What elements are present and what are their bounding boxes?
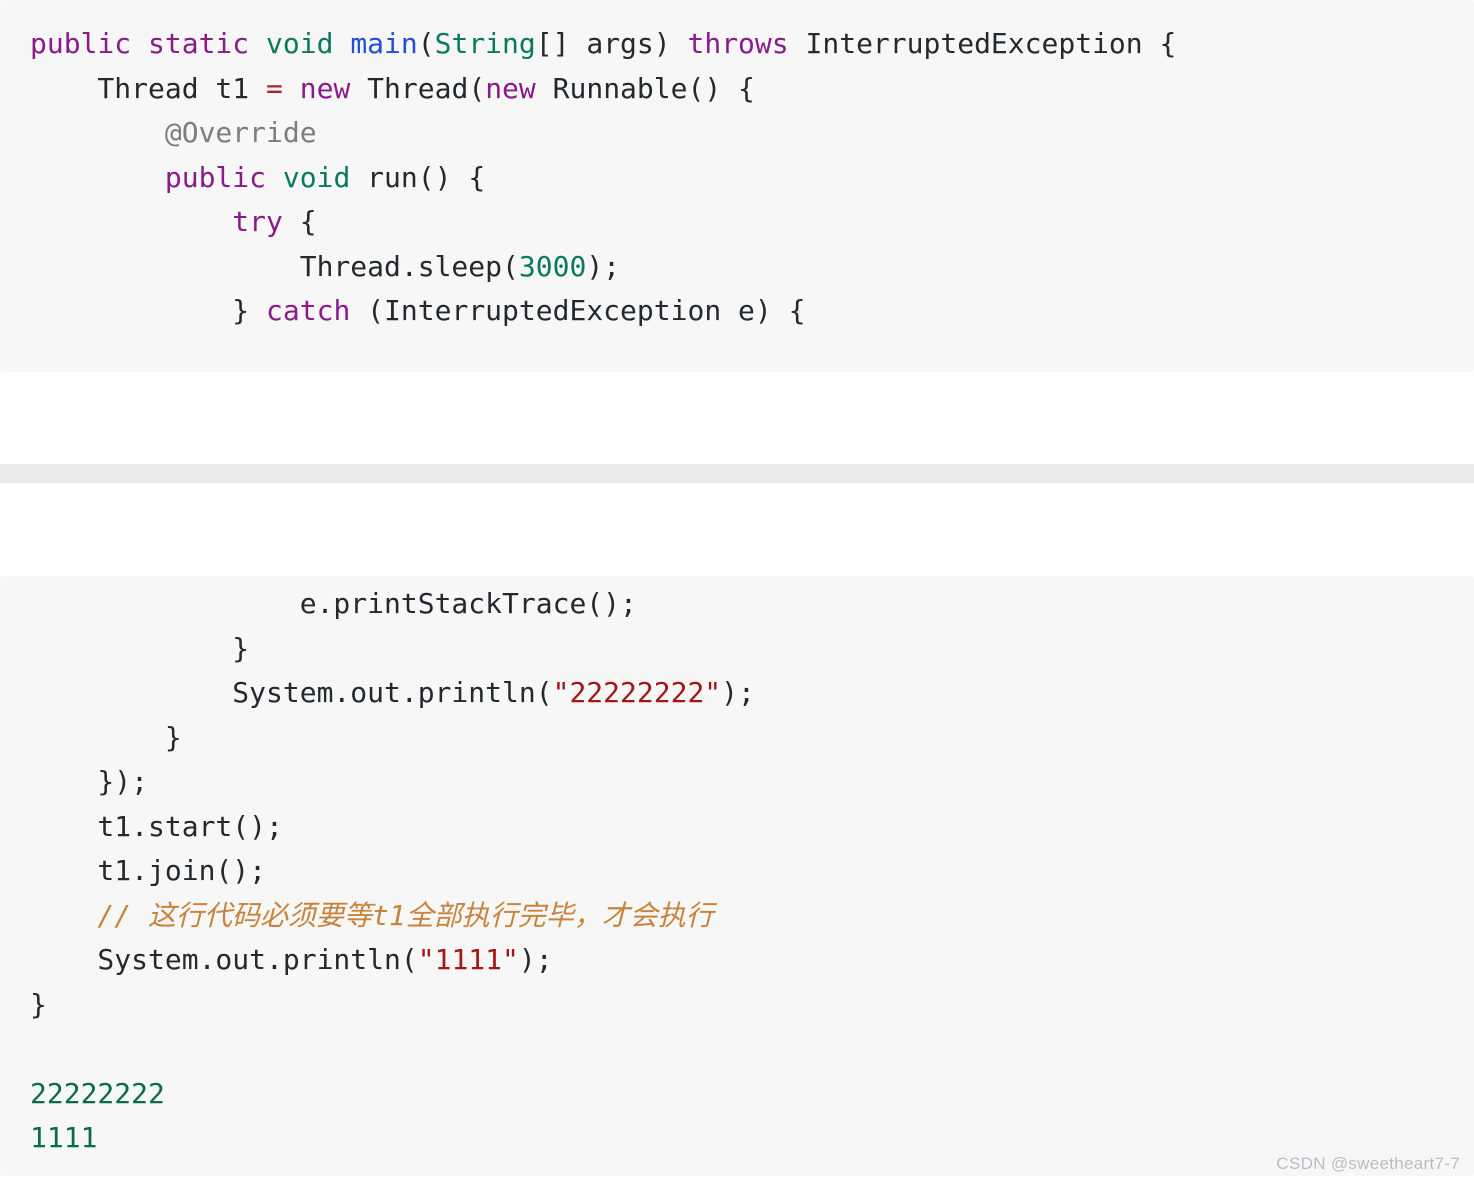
code-token: (: [417, 27, 435, 60]
code-lines-lower[interactable]: e.printStackTrace(); } System.out.printl…: [0, 576, 1474, 1161]
code-line: t1.join();: [30, 849, 1474, 894]
watermark-label: CSDN @sweetheart7-7: [1276, 1154, 1460, 1173]
code-token: });: [30, 765, 149, 798]
code-block-upper: public static void main(String[] args) t…: [0, 0, 1474, 372]
code-token: e.printStackTrace();: [30, 587, 637, 620]
code-line: }: [30, 716, 1474, 761]
code-token: Thread(: [367, 71, 486, 105]
code-token: main: [350, 27, 418, 60]
code-token: }: [30, 987, 47, 1021]
section-divider: [0, 464, 1474, 483]
code-token: "22222222": [552, 676, 722, 709]
code-line: 22222222: [30, 1072, 1474, 1117]
code-line: public static void main(String[] args) t…: [30, 22, 1474, 67]
code-token: Thread t1: [30, 71, 267, 105]
code-line: }: [30, 983, 1474, 1028]
code-token: System.out.println(: [30, 943, 418, 976]
code-token: 22222222: [30, 1076, 165, 1110]
code-token: void: [282, 160, 368, 194]
code-token: t1.start();: [30, 809, 283, 843]
code-line: e.printStackTrace();: [30, 582, 1474, 627]
code-line: // 这行代码必须要等t1全部执行完毕，才会执行: [30, 894, 1474, 939]
code-lines-upper[interactable]: public static void main(String[] args) t…: [0, 0, 1474, 334]
code-token: 1111: [30, 1121, 98, 1154]
code-token: Thread.sleep(: [30, 249, 519, 283]
code-token: void: [266, 27, 351, 60]
code-token: );: [721, 676, 755, 709]
code-line: 1111: [30, 1116, 1474, 1161]
code-token: );: [518, 943, 553, 976]
code-line: t1.start();: [30, 805, 1474, 850]
code-token: // 这行代码必须要等t1全部执行完毕，才会执行: [30, 898, 714, 932]
code-line: Thread.sleep(3000);: [30, 245, 1474, 290]
code-token: public static: [30, 27, 267, 60]
code-token: [] args): [535, 27, 688, 60]
code-token: @Override: [30, 116, 317, 149]
code-token: }: [30, 294, 267, 327]
code-line: System.out.println("1111");: [30, 938, 1474, 983]
code-line: }: [30, 627, 1474, 672]
code-token: String: [434, 27, 536, 60]
code-token: t1.join();: [30, 854, 267, 887]
code-token: catch: [266, 294, 351, 327]
code-line: try {: [30, 200, 1474, 245]
code-line: System.out.println("22222222");: [30, 671, 1474, 716]
code-token: }: [30, 720, 182, 754]
code-token: 3000: [518, 249, 587, 283]
code-token: InterruptedException {: [805, 27, 1177, 60]
code-line: });: [30, 760, 1474, 805]
code-token: new: [485, 71, 553, 105]
code-line: Thread t1 = new Thread(new Runnable() {: [30, 67, 1474, 112]
code-token: {: [282, 205, 317, 238]
code-token: );: [586, 249, 621, 283]
code-token: }: [30, 631, 250, 665]
code-block-lower: e.printStackTrace(); } System.out.printl…: [0, 576, 1474, 1176]
code-line: @Override: [30, 111, 1474, 156]
code-token: System.out.println(: [30, 676, 553, 709]
code-token: public: [164, 160, 283, 194]
code-token: run() {: [367, 160, 486, 194]
code-line: public void run() {: [30, 156, 1474, 201]
code-token: try: [232, 205, 283, 238]
code-token: =: [266, 71, 283, 105]
code-token: "1111": [417, 943, 519, 976]
code-token: (InterruptedException e) {: [350, 294, 806, 327]
code-line: } catch (InterruptedException e) {: [30, 289, 1474, 334]
code-token: new: [299, 71, 368, 105]
code-token: Runnable() {: [552, 71, 755, 105]
code-token: throws: [687, 27, 806, 60]
